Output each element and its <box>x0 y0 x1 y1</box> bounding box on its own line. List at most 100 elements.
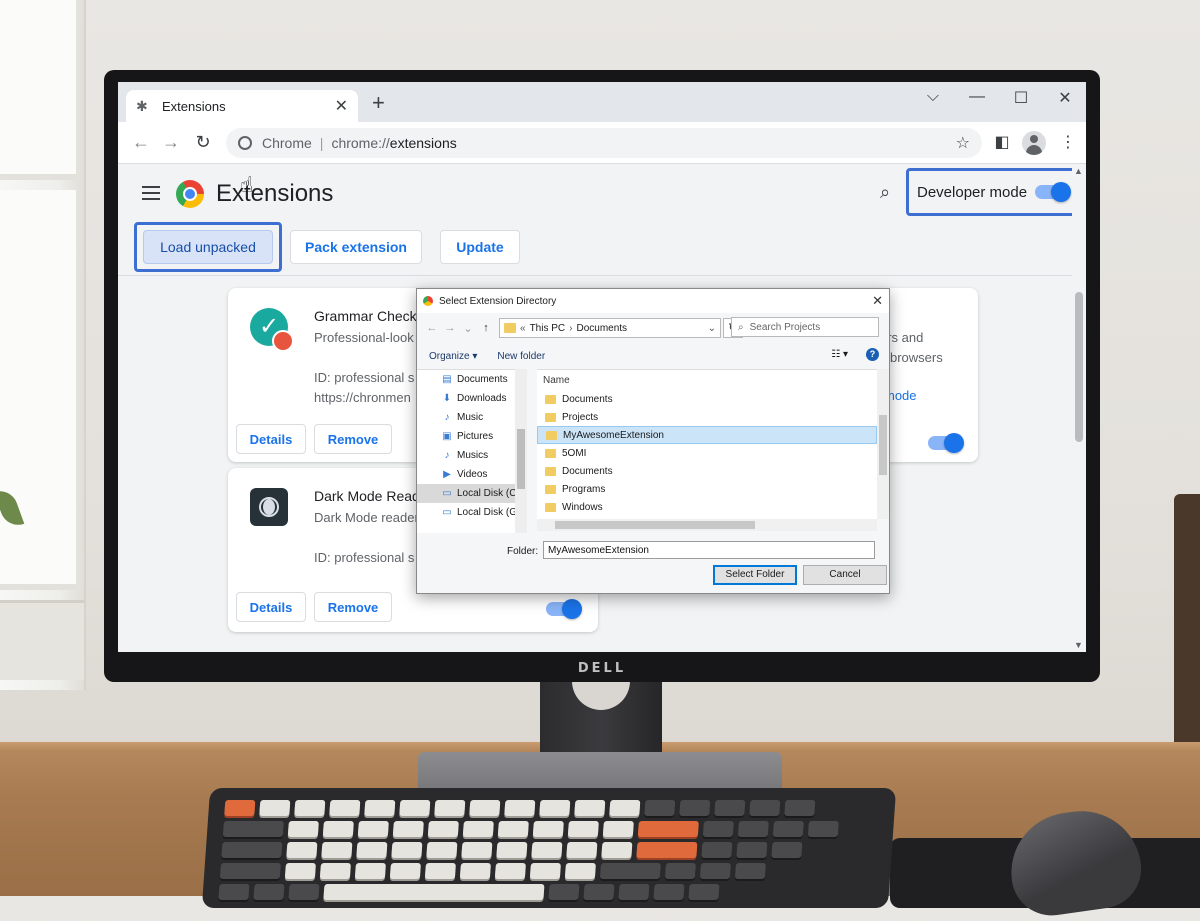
dialog-title: Select Extension Directory <box>439 295 557 307</box>
column-header-name[interactable]: Name <box>537 370 877 390</box>
documents-icon: ▤ <box>442 374 452 385</box>
minimize-button[interactable]: — <box>962 88 992 106</box>
view-options-icon[interactable]: ☷ ▾ <box>831 349 848 360</box>
nav-item[interactable]: ♪ Musics <box>417 446 527 465</box>
monitor-brand-logo: DELL <box>577 661 627 676</box>
extensions-header: Extensions ⌕ Developer mode Load unpacke… <box>118 164 1086 276</box>
nav-item[interactable]: ▣ Pictures <box>417 427 527 446</box>
forward-arrow-icon[interactable]: → <box>441 322 459 334</box>
extension-description: Dark Mode reader <box>314 510 419 525</box>
maximize-button[interactable]: ☐ <box>1006 88 1036 108</box>
nav-item[interactable]: ⬇ Downloads <box>417 389 527 408</box>
folder-icon <box>545 448 556 458</box>
close-window-button[interactable]: ✕ <box>1050 88 1080 108</box>
load-unpacked-highlight: Load unpacked <box>134 222 282 272</box>
dialog-titlebar: Select Extension Directory ✕ <box>417 289 889 313</box>
nav-item[interactable]: ♪ Music <box>417 408 527 427</box>
tab-close-icon[interactable]: ✕ <box>335 96 348 116</box>
folder-item[interactable]: Programs <box>537 480 877 498</box>
download-icon: ⬇ <box>442 393 452 404</box>
new-tab-button[interactable]: + <box>372 92 385 114</box>
pack-extension-button[interactable]: Pack extension <box>290 230 422 264</box>
extension-enable-toggle[interactable] <box>928 433 964 453</box>
navigation-pane: ▤ Documents ⬇ Downloads ♪ Music ▣ Pictures ♪… <box>417 369 527 533</box>
scroll-thumb[interactable] <box>1075 292 1083 442</box>
side-panel-icon[interactable]: ◧ <box>990 132 1014 154</box>
folder-label: Folder: <box>507 546 539 557</box>
address-bar[interactable]: Chrome | chrome://extensions ☆ <box>226 128 982 158</box>
folder-icon <box>545 394 556 404</box>
developer-mode-control[interactable]: Developer mode <box>906 168 1080 216</box>
folder-name-field[interactable] <box>543 541 875 559</box>
folder-item[interactable]: Documents <box>537 390 877 408</box>
scroll-down-icon[interactable]: ▼ <box>1074 640 1083 650</box>
search-icon[interactable]: ⌕ <box>880 182 890 203</box>
search-input[interactable]: ⌕ Search Projects <box>731 317 879 337</box>
browser-toolbar: ← → ↻ Chrome | chrome://extensions ☆ ◧ ⋮ <box>118 122 1086 164</box>
puzzle-icon: ✱ <box>136 98 148 114</box>
nav-item[interactable]: ▭ Local Disk (G:) <box>417 503 527 522</box>
extension-id: ID: professional s <box>314 370 415 385</box>
breadcrumb-this-pc[interactable]: This PC <box>530 323 566 334</box>
tab-search-icon[interactable]: ⌵ <box>918 88 948 106</box>
file-list: Name Documents Projects MyAwesomeExtensi… <box>537 369 877 519</box>
folder-item[interactable]: Projects <box>537 408 877 426</box>
extension-enable-toggle[interactable] <box>546 599 582 619</box>
folder-item[interactable]: 5OMI <box>537 444 877 462</box>
scroll-up-icon[interactable]: ▲ <box>1074 166 1083 176</box>
search-icon: ⌕ <box>738 321 744 333</box>
url-text: chrome://extensions <box>331 135 457 151</box>
file-list-hscrollbar[interactable] <box>537 519 877 531</box>
select-folder-button[interactable]: Select Folder <box>713 565 797 585</box>
load-unpacked-button[interactable]: Load unpacked <box>143 230 273 264</box>
tab-title: Extensions <box>162 98 226 114</box>
chevron-down-icon[interactable]: ⌄ <box>708 323 716 334</box>
remove-button[interactable]: Remove <box>314 424 392 454</box>
file-list-vscrollbar[interactable] <box>877 369 889 519</box>
dropdown-arrow-icon[interactable]: ⌄ <box>459 322 477 335</box>
nav-item[interactable]: ▤ Documents <box>417 370 527 389</box>
nav-item-selected[interactable]: ▭ Local Disk (C:) <box>417 484 527 503</box>
organize-menu[interactable]: Organize ▾ <box>429 351 477 362</box>
tab-extensions[interactable]: ✱ Extensions ✕ <box>126 90 358 122</box>
chrome-icon <box>423 296 433 306</box>
page-title: Extensions <box>216 180 334 207</box>
speaker <box>1174 494 1200 756</box>
breadcrumb-documents[interactable]: Documents <box>576 323 627 334</box>
moon-icon <box>250 488 288 526</box>
select-directory-dialog: Select Extension Directory ✕ ← → ⌄ ↑ « T… <box>416 288 890 594</box>
folder-item[interactable]: Windows <box>537 498 877 516</box>
path-breadcrumb[interactable]: « This PC › Documents ⌄ <box>499 318 721 338</box>
update-button[interactable]: Update <box>440 230 520 264</box>
details-button[interactable]: Details <box>236 424 306 454</box>
remove-button[interactable]: Remove <box>314 592 392 622</box>
checkmark-icon: ✓ <box>250 308 294 352</box>
disk-icon: ▭ <box>442 507 452 518</box>
page-scrollbar[interactable]: ▲ ▼ <box>1072 164 1086 652</box>
chrome-site-icon <box>238 136 252 150</box>
cancel-button[interactable]: Cancel <box>803 565 887 585</box>
hamburger-menu-icon[interactable] <box>142 186 160 204</box>
new-folder-button[interactable]: New folder <box>497 351 545 362</box>
site-label: Chrome <box>262 135 312 151</box>
back-arrow-icon[interactable]: ← <box>130 132 152 152</box>
developer-mode-toggle[interactable] <box>1035 182 1071 202</box>
details-button[interactable]: Details <box>236 592 306 622</box>
folder-icon <box>545 484 556 494</box>
nav-scrollbar[interactable] <box>515 369 527 533</box>
back-arrow-icon[interactable]: ← <box>423 322 441 334</box>
help-icon[interactable]: ? <box>866 348 879 361</box>
bookmark-star-icon[interactable]: ☆ <box>956 133 970 153</box>
folder-item[interactable]: Documents <box>537 462 877 480</box>
up-arrow-icon[interactable]: ↑ <box>477 322 495 334</box>
dialog-close-icon[interactable]: ✕ <box>872 293 883 309</box>
forward-arrow-icon[interactable]: → <box>160 132 182 152</box>
profile-avatar[interactable] <box>1022 131 1046 155</box>
nav-item[interactable]: ▶ Videos <box>417 465 527 484</box>
reload-icon[interactable]: ↻ <box>192 132 214 152</box>
music-icon: ♪ <box>444 450 450 461</box>
folder-icon <box>545 412 556 422</box>
dialog-command-bar: Organize ▾ New folder ☷ ▾ ? <box>417 345 889 367</box>
folder-item-selected[interactable]: MyAwesomeExtension <box>537 426 877 444</box>
menu-dots-icon[interactable]: ⋮ <box>1056 132 1080 154</box>
